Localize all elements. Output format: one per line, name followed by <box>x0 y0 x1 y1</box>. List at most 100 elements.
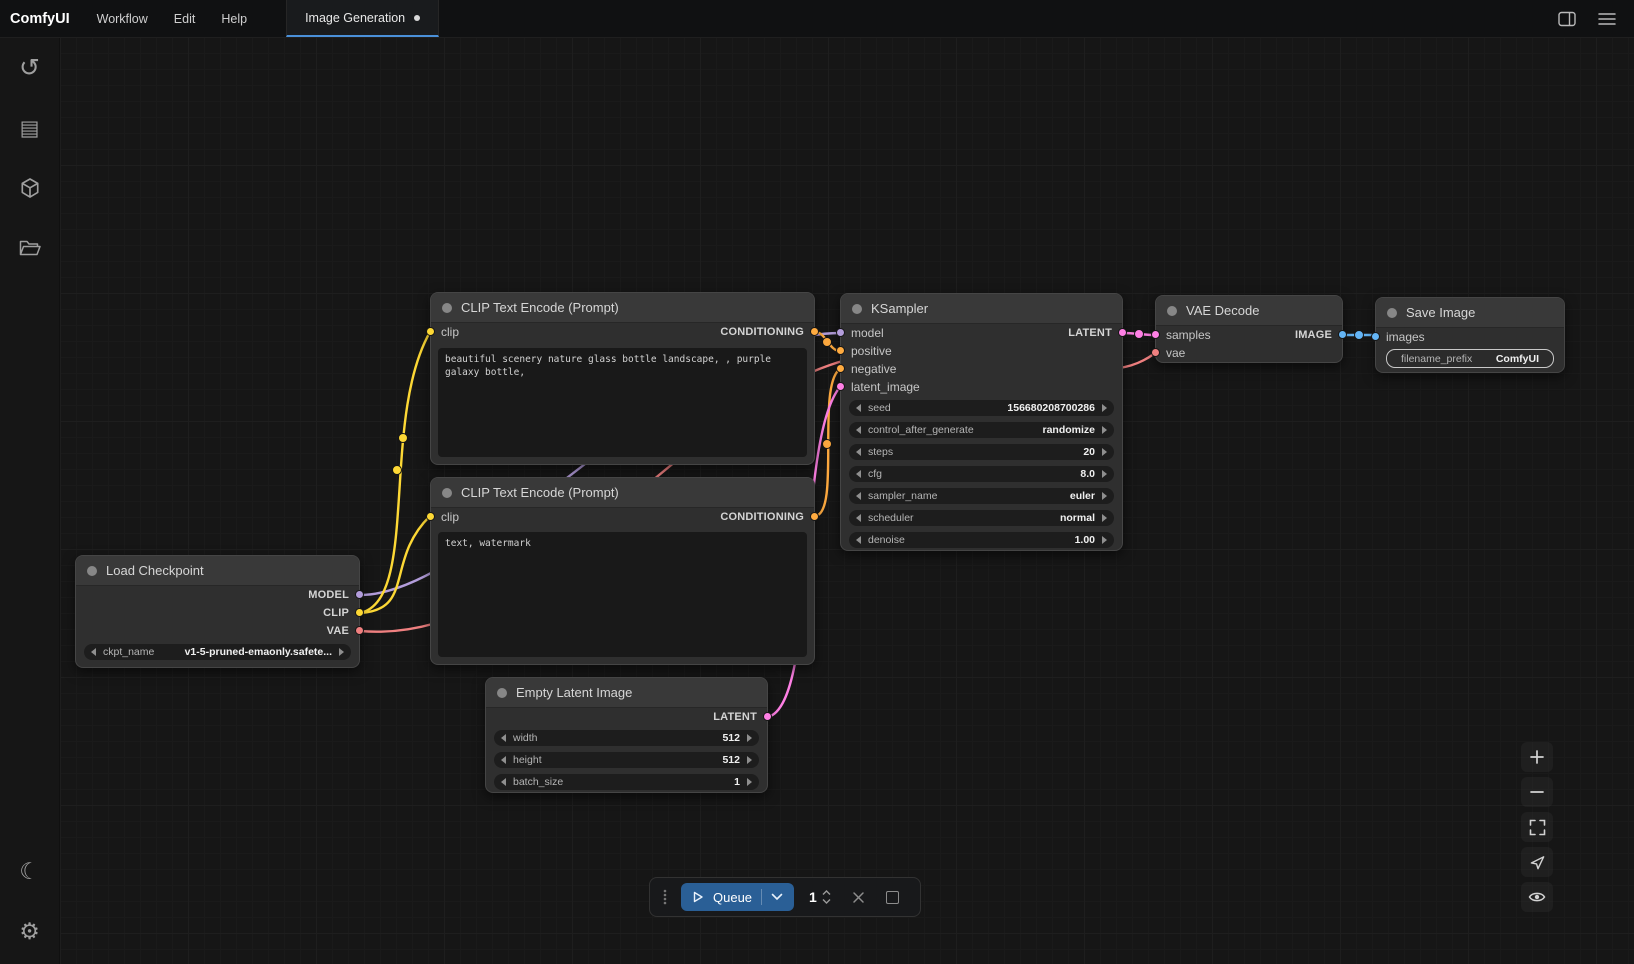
decrement-arrow-icon[interactable] <box>501 734 506 742</box>
drag-handle[interactable] <box>662 889 668 905</box>
collapse-dot[interactable] <box>497 688 507 698</box>
increment-arrow-icon[interactable] <box>1102 448 1107 456</box>
widget-scheduler[interactable]: scheduler normal <box>849 510 1114 526</box>
widget-height[interactable]: height 512 <box>494 752 759 768</box>
zoom-in-button[interactable] <box>1521 742 1553 772</box>
prev-arrow-icon[interactable] <box>856 492 861 500</box>
node-header[interactable]: CLIP Text Encode (Prompt) <box>431 293 814 323</box>
node-ksampler[interactable]: KSampler model LATENT positive negative … <box>840 293 1123 551</box>
widget-cfg[interactable]: cfg 8.0 <box>849 466 1114 482</box>
collapse-dot[interactable] <box>442 488 452 498</box>
batch-count-value[interactable]: 1 <box>809 889 817 905</box>
stepper-up-icon[interactable] <box>822 890 831 896</box>
input-port-samples[interactable] <box>1151 330 1160 339</box>
increment-arrow-icon[interactable] <box>1102 536 1107 544</box>
input-port-clip[interactable] <box>426 512 435 521</box>
node-empty-latent-image[interactable]: Empty Latent Image LATENT width 512 heig… <box>485 677 768 793</box>
output-port-clip[interactable] <box>355 608 364 617</box>
input-port-vae[interactable] <box>1151 348 1160 357</box>
zoom-out-button[interactable] <box>1521 777 1553 807</box>
next-arrow-icon[interactable] <box>1102 514 1107 522</box>
decrement-arrow-icon[interactable] <box>856 470 861 478</box>
prompt-textarea[interactable]: beautiful scenery nature glass bottle la… <box>438 348 807 457</box>
node-vae-decode[interactable]: VAE Decode samples IMAGE vae <box>1155 295 1343 363</box>
output-port-image[interactable] <box>1338 330 1347 339</box>
fit-view-button[interactable] <box>1521 812 1553 842</box>
node-header[interactable]: CLIP Text Encode (Prompt) <box>431 478 814 508</box>
node-save-image[interactable]: Save Image images filename_prefix ComfyU… <box>1375 297 1565 373</box>
increment-arrow-icon[interactable] <box>1102 404 1107 412</box>
widget-control-after-generate[interactable]: control_after_generate randomize <box>849 422 1114 438</box>
widget-filename-prefix[interactable]: filename_prefix ComfyUI <box>1386 349 1554 368</box>
collapse-dot[interactable] <box>1387 308 1397 318</box>
toggle-panel-button[interactable] <box>1556 8 1578 30</box>
decrement-arrow-icon[interactable] <box>856 404 861 412</box>
decrement-arrow-icon[interactable] <box>501 778 506 786</box>
node-library-button[interactable] <box>13 171 47 205</box>
queue-button[interactable]: Queue <box>681 883 794 911</box>
stepper-down-icon[interactable] <box>822 898 831 904</box>
output-port-latent[interactable] <box>1118 328 1127 337</box>
decrement-arrow-icon[interactable] <box>501 756 506 764</box>
widget-ckpt-name[interactable]: ckpt_name v1-5-pruned-emaonly.safete... <box>84 644 351 660</box>
select-mode-button[interactable] <box>1521 847 1553 877</box>
increment-arrow-icon[interactable] <box>747 756 752 764</box>
batch-count-stepper[interactable]: 1 <box>809 889 831 905</box>
node-clip-text-encode-negative[interactable]: CLIP Text Encode (Prompt) clip CONDITION… <box>430 477 815 665</box>
stop-icon[interactable] <box>886 891 899 904</box>
widget-batch-size[interactable]: batch_size 1 <box>494 774 759 790</box>
node-header[interactable]: Empty Latent Image <box>486 678 767 708</box>
widget-denoise[interactable]: denoise 1.00 <box>849 532 1114 548</box>
widget-sampler-name[interactable]: sampler_name euler <box>849 488 1114 504</box>
output-port-latent[interactable] <box>763 712 772 721</box>
prev-arrow-icon[interactable] <box>856 426 861 434</box>
node-header[interactable]: VAE Decode <box>1156 296 1342 326</box>
prev-arrow-icon[interactable] <box>91 648 96 656</box>
collapse-dot[interactable] <box>852 304 862 314</box>
main-menu-button[interactable] <box>1596 8 1618 30</box>
clear-queue-icon[interactable] <box>852 891 865 904</box>
node-header[interactable]: Load Checkpoint <box>76 556 359 586</box>
input-port-positive[interactable] <box>836 346 845 355</box>
output-port-conditioning[interactable] <box>810 512 819 521</box>
input-port-latent-image[interactable] <box>836 382 845 391</box>
widget-width[interactable]: width 512 <box>494 730 759 746</box>
menu-help[interactable]: Help <box>208 0 260 37</box>
input-port-clip[interactable] <box>426 327 435 336</box>
input-port-model[interactable] <box>836 328 845 337</box>
menu-edit[interactable]: Edit <box>161 0 209 37</box>
node-clip-text-encode-positive[interactable]: CLIP Text Encode (Prompt) clip CONDITION… <box>430 292 815 465</box>
history-button[interactable]: ↺ <box>13 51 47 85</box>
node-header[interactable]: Save Image <box>1376 298 1564 328</box>
input-port-negative[interactable] <box>836 364 845 373</box>
chevron-down-icon[interactable] <box>771 893 783 901</box>
output-port-model[interactable] <box>355 590 364 599</box>
input-port-images[interactable] <box>1371 332 1380 341</box>
queue-list-button[interactable]: ▤ <box>13 111 47 145</box>
next-arrow-icon[interactable] <box>1102 426 1107 434</box>
increment-arrow-icon[interactable] <box>1102 470 1107 478</box>
next-arrow-icon[interactable] <box>339 648 344 656</box>
node-header[interactable]: KSampler <box>841 294 1122 324</box>
menu-workflow[interactable]: Workflow <box>84 0 161 37</box>
widget-seed[interactable]: seed 156680208700286 <box>849 400 1114 416</box>
collapse-dot[interactable] <box>87 566 97 576</box>
app-logo[interactable]: ComfyUI <box>0 0 84 37</box>
collapse-dot[interactable] <box>1167 306 1177 316</box>
next-arrow-icon[interactable] <box>1102 492 1107 500</box>
toggle-link-visibility-button[interactable] <box>1521 882 1553 912</box>
collapse-dot[interactable] <box>442 303 452 313</box>
output-port-vae[interactable] <box>355 626 364 635</box>
node-load-checkpoint[interactable]: Load Checkpoint MODEL CLIP VAE ckpt_name… <box>75 555 360 668</box>
workflows-button[interactable] <box>13 231 47 265</box>
increment-arrow-icon[interactable] <box>747 734 752 742</box>
widget-steps[interactable]: steps 20 <box>849 444 1114 460</box>
prev-arrow-icon[interactable] <box>856 514 861 522</box>
decrement-arrow-icon[interactable] <box>856 536 861 544</box>
settings-button[interactable]: ⚙ <box>13 914 47 948</box>
tab-image-generation[interactable]: Image Generation <box>286 0 439 37</box>
theme-toggle-button[interactable]: ☾ <box>13 854 47 888</box>
prompt-textarea[interactable]: text, watermark <box>438 532 807 657</box>
increment-arrow-icon[interactable] <box>747 778 752 786</box>
decrement-arrow-icon[interactable] <box>856 448 861 456</box>
